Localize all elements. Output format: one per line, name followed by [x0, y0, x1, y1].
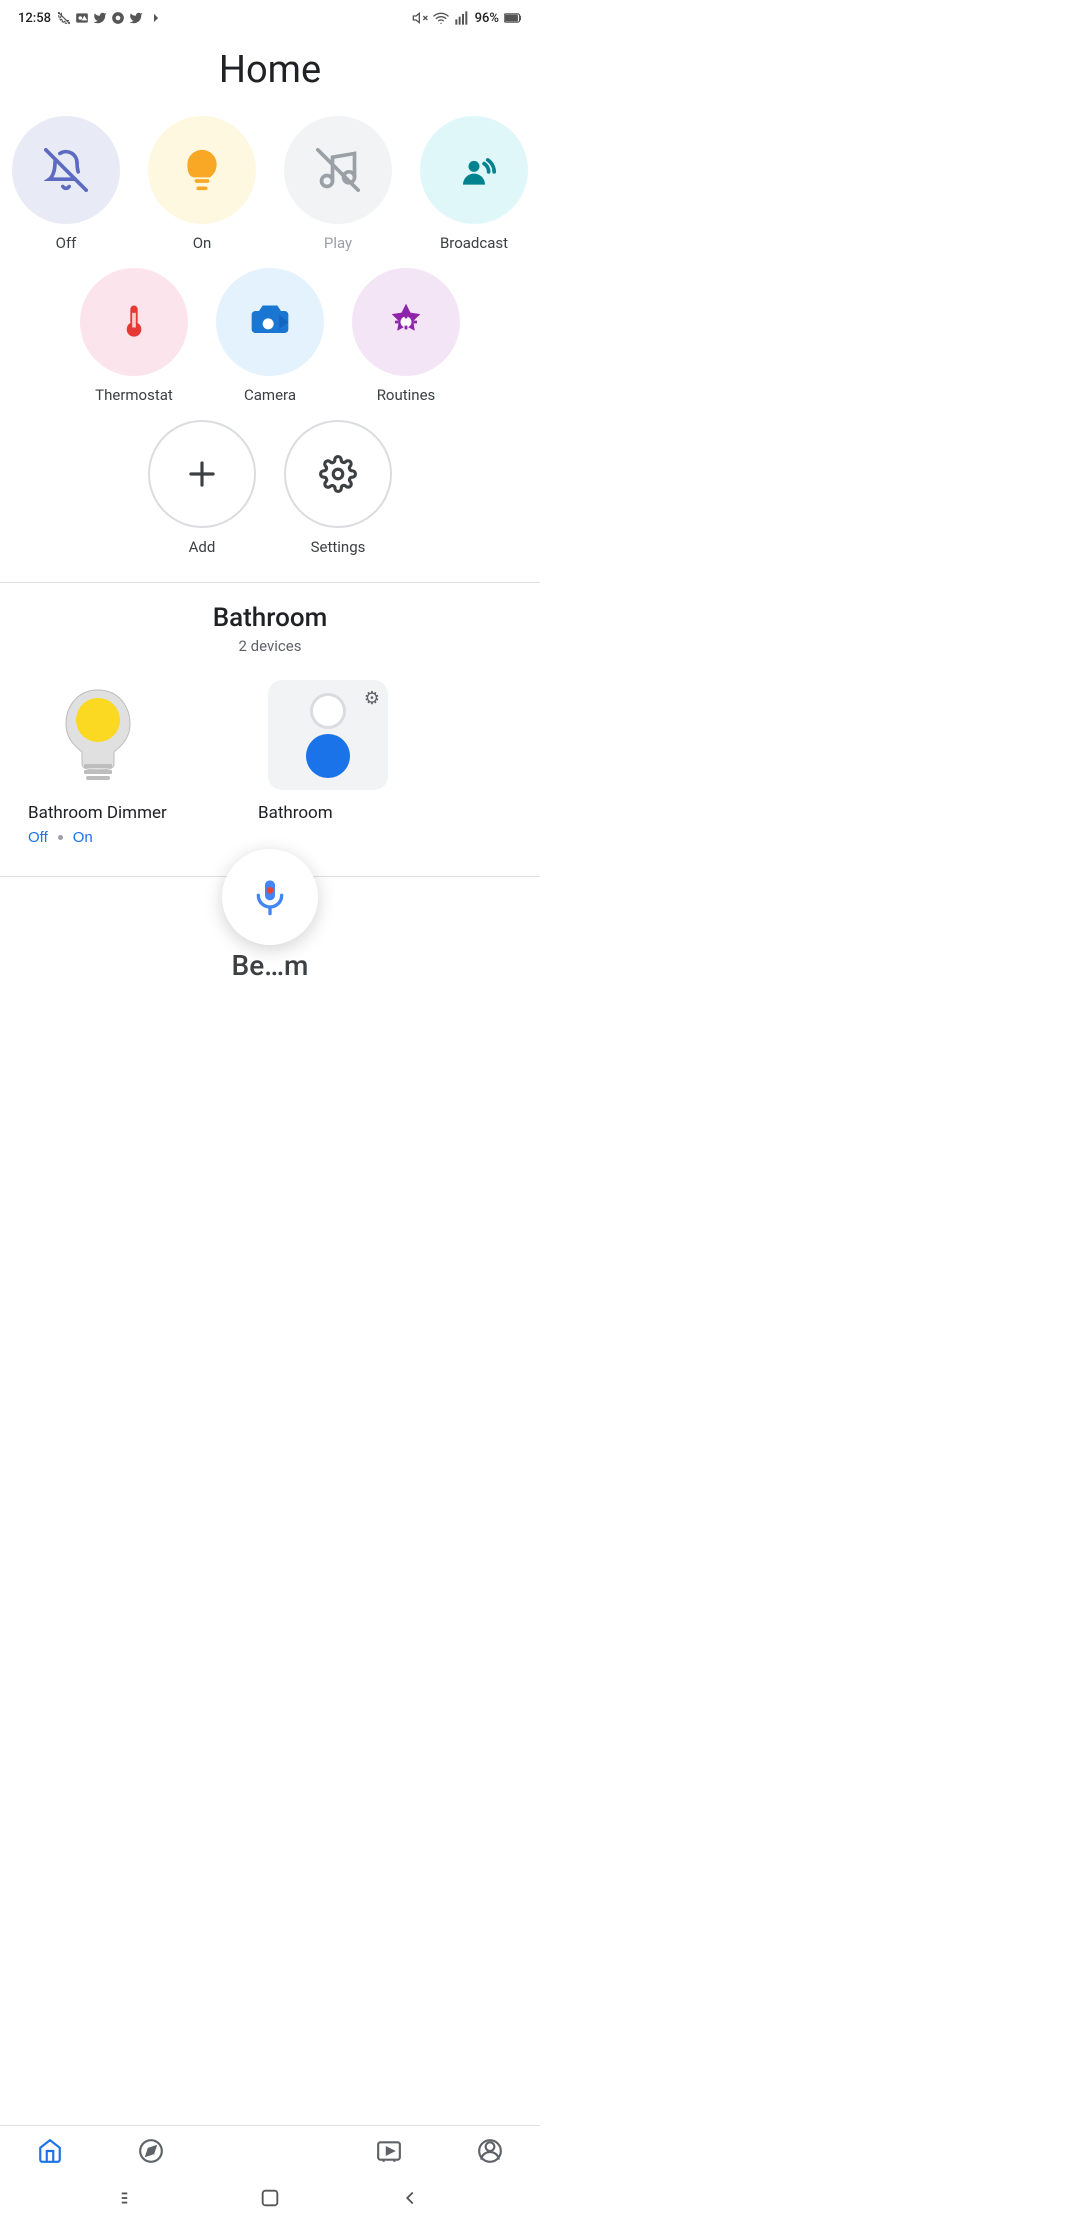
shortcuts-row-2: Thermostat Camera Routines [0, 268, 540, 420]
music-icon [111, 11, 125, 25]
next-section-label: Be…m [232, 949, 309, 982]
device-bathroom[interactable]: ⚙ Bathroom [258, 675, 458, 846]
shortcut-on[interactable]: On [148, 116, 256, 252]
thermostat-icon [112, 300, 156, 344]
android-menu-icon[interactable] [119, 2187, 141, 2209]
devices-row: Bathroom Dimmer Off On ⚙ Bathroom [0, 675, 540, 846]
shortcuts-row-1: Off On Play [0, 116, 540, 268]
shortcuts-row-3: Add Settings [0, 420, 540, 572]
twitter-icon-1 [93, 11, 107, 25]
wifi-icon [433, 10, 449, 26]
shortcut-broadcast[interactable]: Broadcast [420, 116, 528, 252]
signal-icon [454, 10, 470, 26]
missed-call-icon [57, 11, 71, 25]
status-time: 12:58 [18, 11, 51, 26]
shortcut-add-label: Add [189, 538, 216, 556]
mute-icon [412, 10, 428, 26]
battery-pct: 96% [475, 11, 499, 26]
ctrl-separator [58, 835, 63, 840]
android-back-icon[interactable] [399, 2187, 421, 2209]
dimmer-name: Bathroom Dimmer [28, 803, 167, 823]
bathroom-section: Bathroom 2 devices Bathroom Dimmer [0, 603, 540, 846]
home-icon [37, 2138, 63, 2164]
gear-icon [319, 455, 357, 493]
nav-account[interactable] [477, 2138, 503, 2164]
shortcut-camera-label: Camera [244, 386, 296, 404]
shortcut-off[interactable]: Off [12, 116, 120, 252]
routines-icon [384, 300, 428, 344]
arrow-icon [147, 11, 161, 25]
mic-icon [250, 877, 290, 917]
next-section: Be…m [0, 949, 540, 987]
shortcut-broadcast-label: Broadcast [440, 234, 508, 252]
dimmer-off-btn[interactable]: Off [28, 829, 48, 846]
notif-icons [57, 11, 161, 25]
bottom-nav [0, 2125, 540, 2176]
page-title: Home [0, 32, 540, 116]
shortcut-settings[interactable]: Settings [284, 420, 392, 556]
android-home-icon[interactable] [259, 2187, 281, 2209]
twitter-icon-2 [129, 11, 143, 25]
shortcut-off-label: Off [56, 234, 77, 252]
shortcut-routines-label: Routines [377, 386, 436, 404]
lightbulb-icon [180, 148, 224, 192]
switch-bottom-circle [306, 734, 350, 778]
shortcut-thermostat[interactable]: Thermostat [80, 268, 188, 404]
section-divider [0, 582, 540, 583]
nav-media[interactable] [376, 2138, 402, 2164]
compass-icon [138, 2138, 164, 2164]
media-icon [376, 2138, 402, 2164]
device-dimmer[interactable]: Bathroom Dimmer Off On [28, 675, 228, 846]
shortcut-settings-label: Settings [311, 538, 366, 556]
bathroom-subtitle: 2 devices [0, 637, 540, 675]
android-nav-bar [0, 2176, 540, 2220]
status-bar: 12:58 96% [0, 0, 540, 32]
mic-fab[interactable] [222, 849, 318, 945]
shortcut-routines[interactable]: Routines [352, 268, 460, 404]
music-off-icon [316, 148, 360, 192]
nav-home[interactable] [37, 2138, 63, 2164]
switch-top-circle [310, 693, 346, 729]
bathroom-name: Bathroom [258, 803, 333, 823]
bell-off-icon [44, 148, 88, 192]
dimmer-bulb-icon [48, 680, 148, 790]
shortcut-add[interactable]: Add [148, 420, 256, 556]
nav-explore[interactable] [138, 2138, 164, 2164]
shortcut-thermostat-label: Thermostat [95, 386, 173, 404]
shortcut-on-label: On [193, 234, 212, 252]
bathroom-switch-visual: ⚙ [268, 680, 388, 790]
shortcut-play[interactable]: Play [284, 116, 392, 252]
shortcut-camera[interactable]: Camera [216, 268, 324, 404]
bathroom-title: Bathroom [0, 603, 540, 637]
photo-icon [75, 11, 89, 25]
dimmer-on-btn[interactable]: On [73, 829, 93, 846]
shortcut-play-label: Play [324, 234, 352, 252]
dimmer-controls: Off On [28, 829, 93, 846]
battery-icon [504, 12, 522, 24]
switch-gear-icon: ⚙ [364, 688, 380, 709]
camera-icon [248, 300, 292, 344]
plus-icon [183, 455, 221, 493]
broadcast-icon [452, 148, 496, 192]
account-icon [477, 2138, 503, 2164]
